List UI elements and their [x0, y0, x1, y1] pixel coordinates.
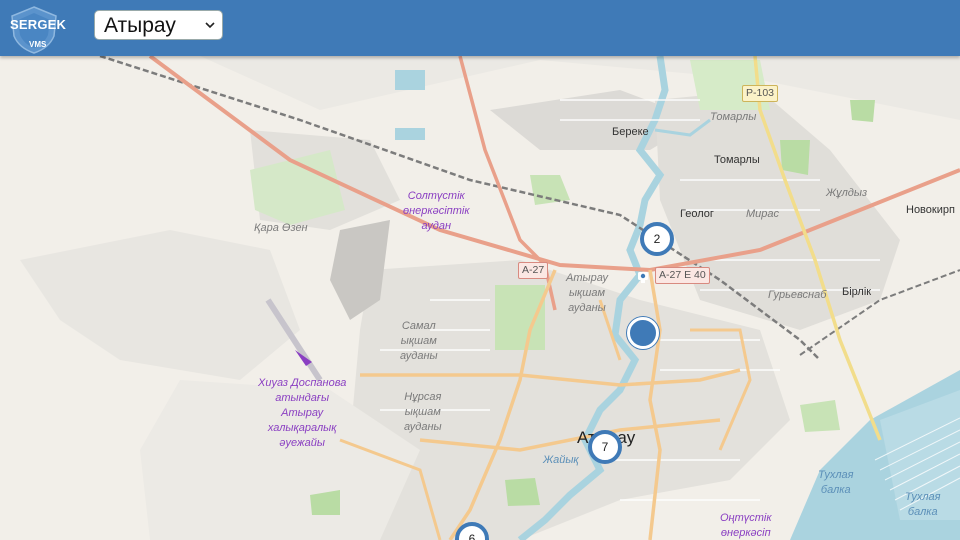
top-bar: SERGEK VMS Атырау	[0, 0, 960, 56]
map-view[interactable]: Береке Томарлы Томарлы P-103 Жұлдыз Ново…	[0, 56, 960, 540]
label-novokirp: Новокирп	[906, 204, 955, 216]
label-tomarly: Томарлы	[714, 154, 760, 166]
chevron-down-icon	[205, 22, 215, 29]
road-shield-a27: A-27	[518, 262, 549, 279]
label-nursaya: Нұрсая ықшам ауданы	[404, 391, 442, 433]
label-airport: Хиуаз Доспанова атындағы Атырау халықара…	[258, 377, 347, 449]
camera-icon	[638, 272, 648, 283]
label-kara-ozen: Қара Өзен	[254, 222, 308, 234]
label-ontustik: Оңтүстік өнеркәсіп	[720, 512, 772, 539]
label-miras: Мирас	[746, 208, 780, 220]
logo-text: SERGEK	[10, 17, 67, 32]
cluster-marker[interactable]: 7	[588, 430, 622, 464]
label-birlik: Бірлік	[842, 286, 872, 298]
label-geolog: Геолог	[680, 208, 714, 220]
camera-marker[interactable]	[627, 272, 659, 349]
cluster-marker[interactable]: 2	[640, 222, 674, 256]
label-zhaiyk-river: Жайық	[543, 454, 579, 466]
road-shield-a27-e40: A-27 E 40	[655, 267, 710, 284]
city-select-value: Атырау	[104, 14, 176, 37]
label-tukhlaya-1: Тухлая балка	[818, 469, 854, 496]
label-atyrau-district: Атырау ықшам ауданы	[566, 272, 608, 314]
label-bereke: Береке	[612, 126, 649, 138]
label-north-industrial: Солтүстік өнеркәсіптік аудан	[403, 190, 470, 232]
road-shield-p103: P-103	[742, 85, 779, 102]
city-select[interactable]: Атырау	[94, 10, 223, 40]
label-tomarly-italic: Томарлы	[710, 111, 757, 123]
sergek-logo[interactable]: SERGEK VMS	[4, 4, 67, 54]
logo-subtext: VMS	[29, 40, 47, 49]
label-samal: Самал ықшам ауданы	[400, 320, 438, 362]
label-tukhlaya-2: Тухлая балка	[905, 491, 941, 518]
label-zhuldyz: Жұлдыз	[826, 187, 868, 199]
label-guryevsnab: Гурьевснаб	[768, 289, 827, 301]
